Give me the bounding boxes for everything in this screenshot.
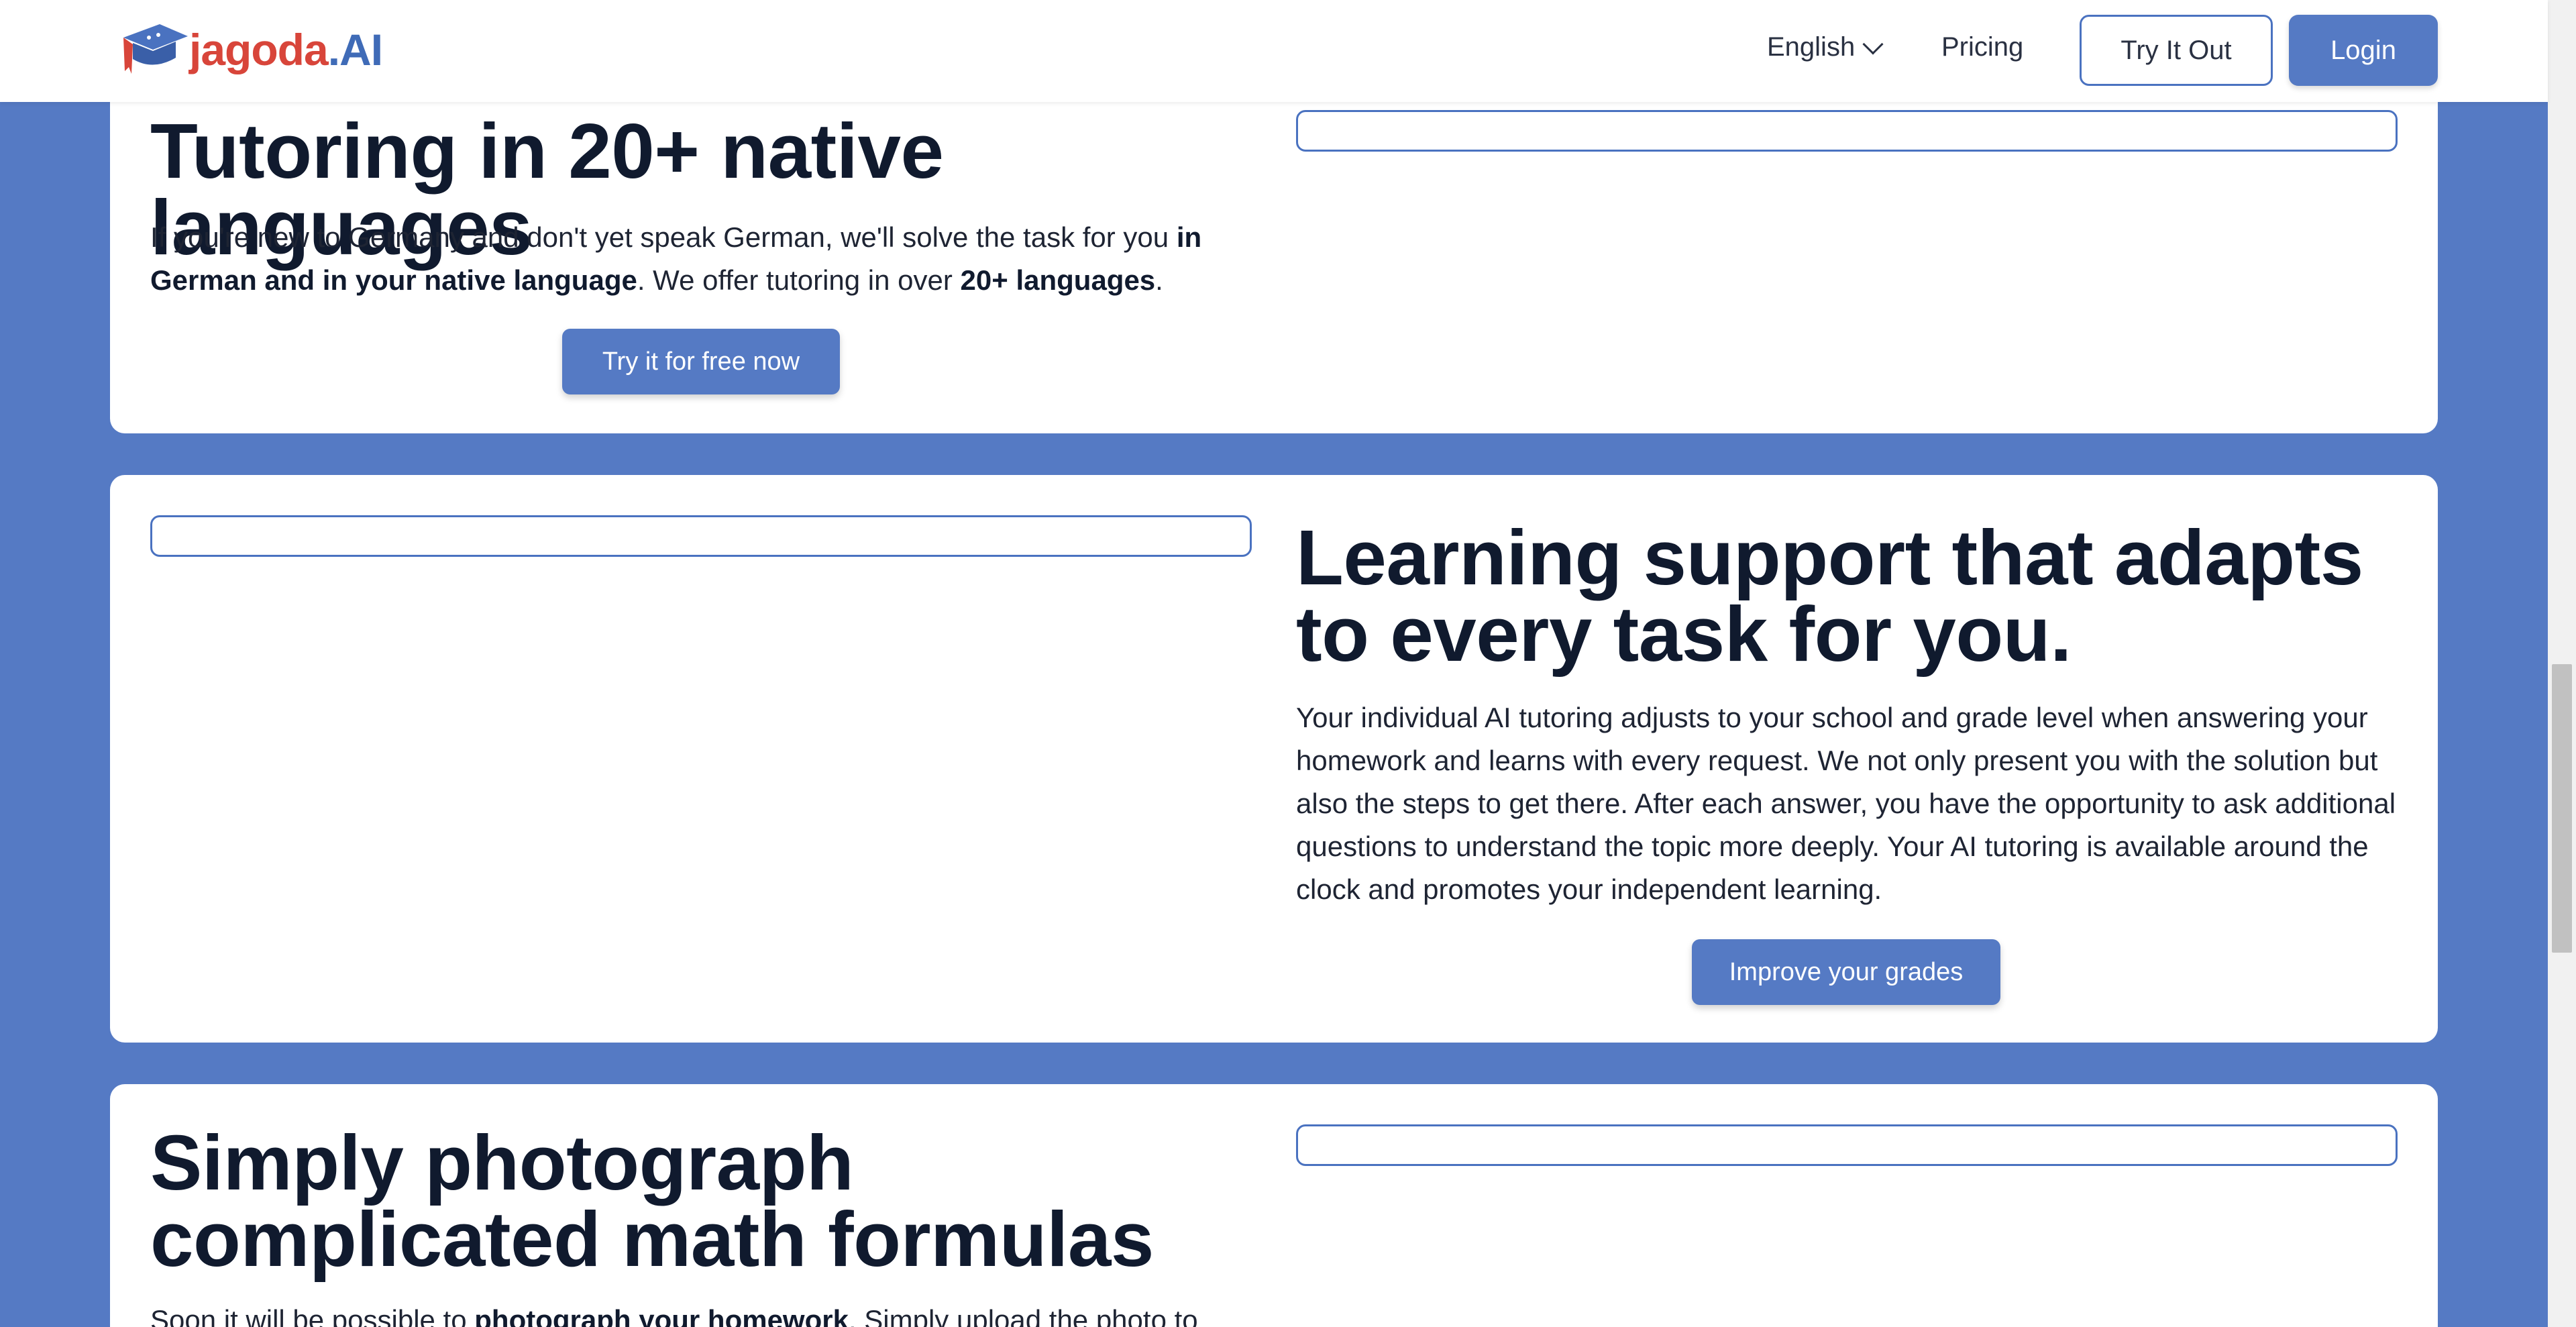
try-free-button[interactable]: Try it for free now <box>562 329 840 394</box>
nav-pricing-link[interactable]: Pricing <box>1941 32 2023 62</box>
graduation-cap-logo-icon <box>123 24 188 74</box>
section-description: Soon it will be possible to photograph y… <box>150 1299 1264 1327</box>
improve-grades-button[interactable]: Improve your grades <box>1692 939 2000 1005</box>
section-title: Simply photograph complicated math formu… <box>150 1119 1154 1283</box>
text-run: . We offer tutoring in over <box>637 264 961 296</box>
text-run: Soon it will be possible to <box>150 1304 475 1327</box>
section-card-adaptive-learning: Learning support that adapts to every ta… <box>110 475 2438 1043</box>
media-embed-frame <box>1296 110 2398 152</box>
emphasis-text: photograph your homework <box>474 1304 849 1327</box>
text-run: . <box>1155 264 1163 296</box>
login-button[interactable]: Login <box>2289 15 2438 86</box>
scrollbar-thumb[interactable] <box>2552 664 2572 953</box>
section-title: Learning support that adapts to every ta… <box>1296 514 2363 678</box>
emphasis-text: 20+ languages <box>960 264 1156 296</box>
page-scrollbar[interactable] <box>2548 0 2576 1327</box>
text-run: If you're new to Germany and don't yet s… <box>150 221 1177 253</box>
try-it-out-button[interactable]: Try It Out <box>2080 15 2273 86</box>
media-embed-frame <box>1296 1124 2398 1166</box>
media-embed-frame <box>150 515 1252 557</box>
section-description: If you're new to Germany and don't yet s… <box>150 216 1264 302</box>
top-navigation-bar: jagoda.AI English Pricing Try It Out Log… <box>0 0 2548 102</box>
language-label: English <box>1767 32 1856 62</box>
language-selector[interactable]: English <box>1767 32 1884 62</box>
chevron-down-icon <box>1862 33 1884 55</box>
logo-wordmark: jagoda.AI <box>189 25 383 74</box>
section-card-photo-math: Simply photograph complicated math formu… <box>110 1084 2438 1327</box>
text-run: . Simply upload the photo to <box>848 1304 1198 1327</box>
logo[interactable]: jagoda.AI <box>118 16 383 83</box>
section-description: Your individual AI tutoring adjusts to y… <box>1296 702 2396 905</box>
